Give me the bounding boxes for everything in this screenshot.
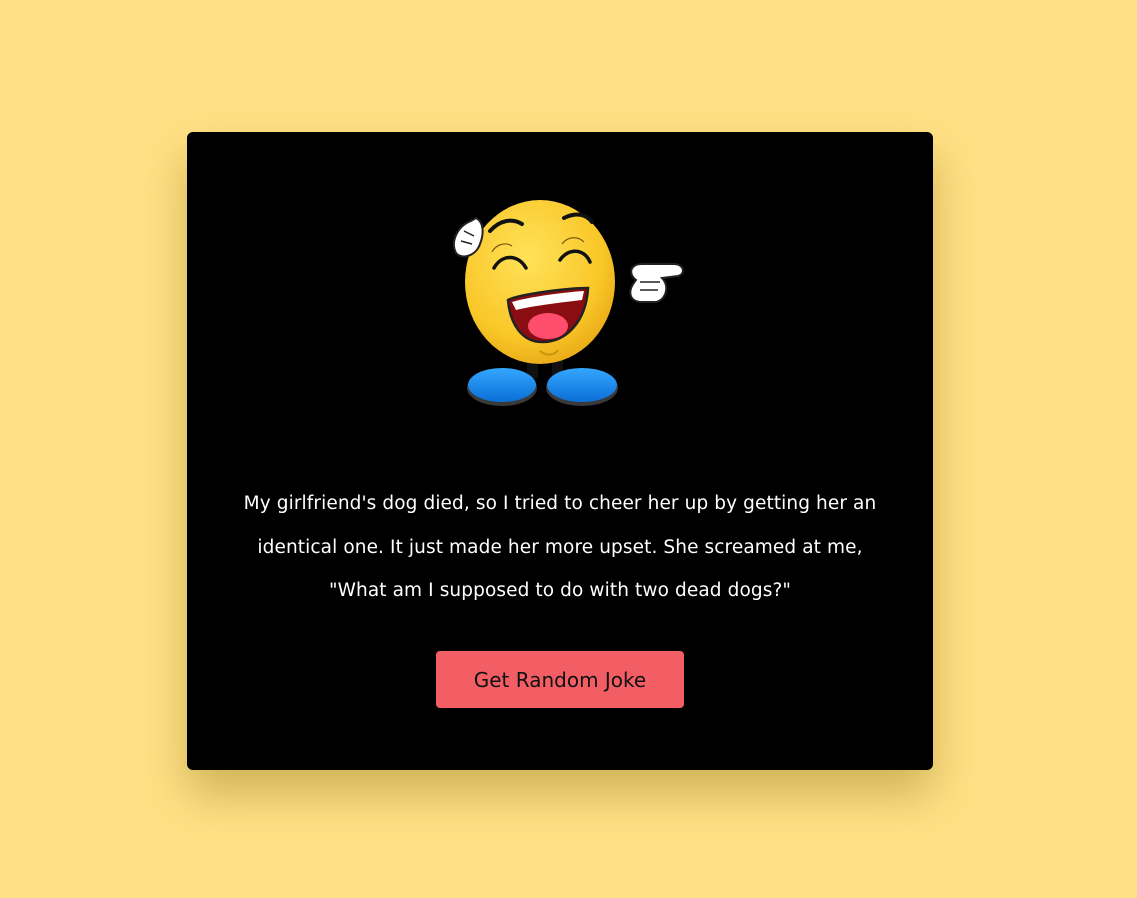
get-random-joke-button[interactable]: Get Random Joke <box>436 651 684 708</box>
joke-text: My girlfriend's dog died, so I tried to … <box>243 493 877 601</box>
joke-card: My girlfriend's dog died, so I tried to … <box>187 132 933 770</box>
laughing-emoji-icon <box>452 200 684 406</box>
